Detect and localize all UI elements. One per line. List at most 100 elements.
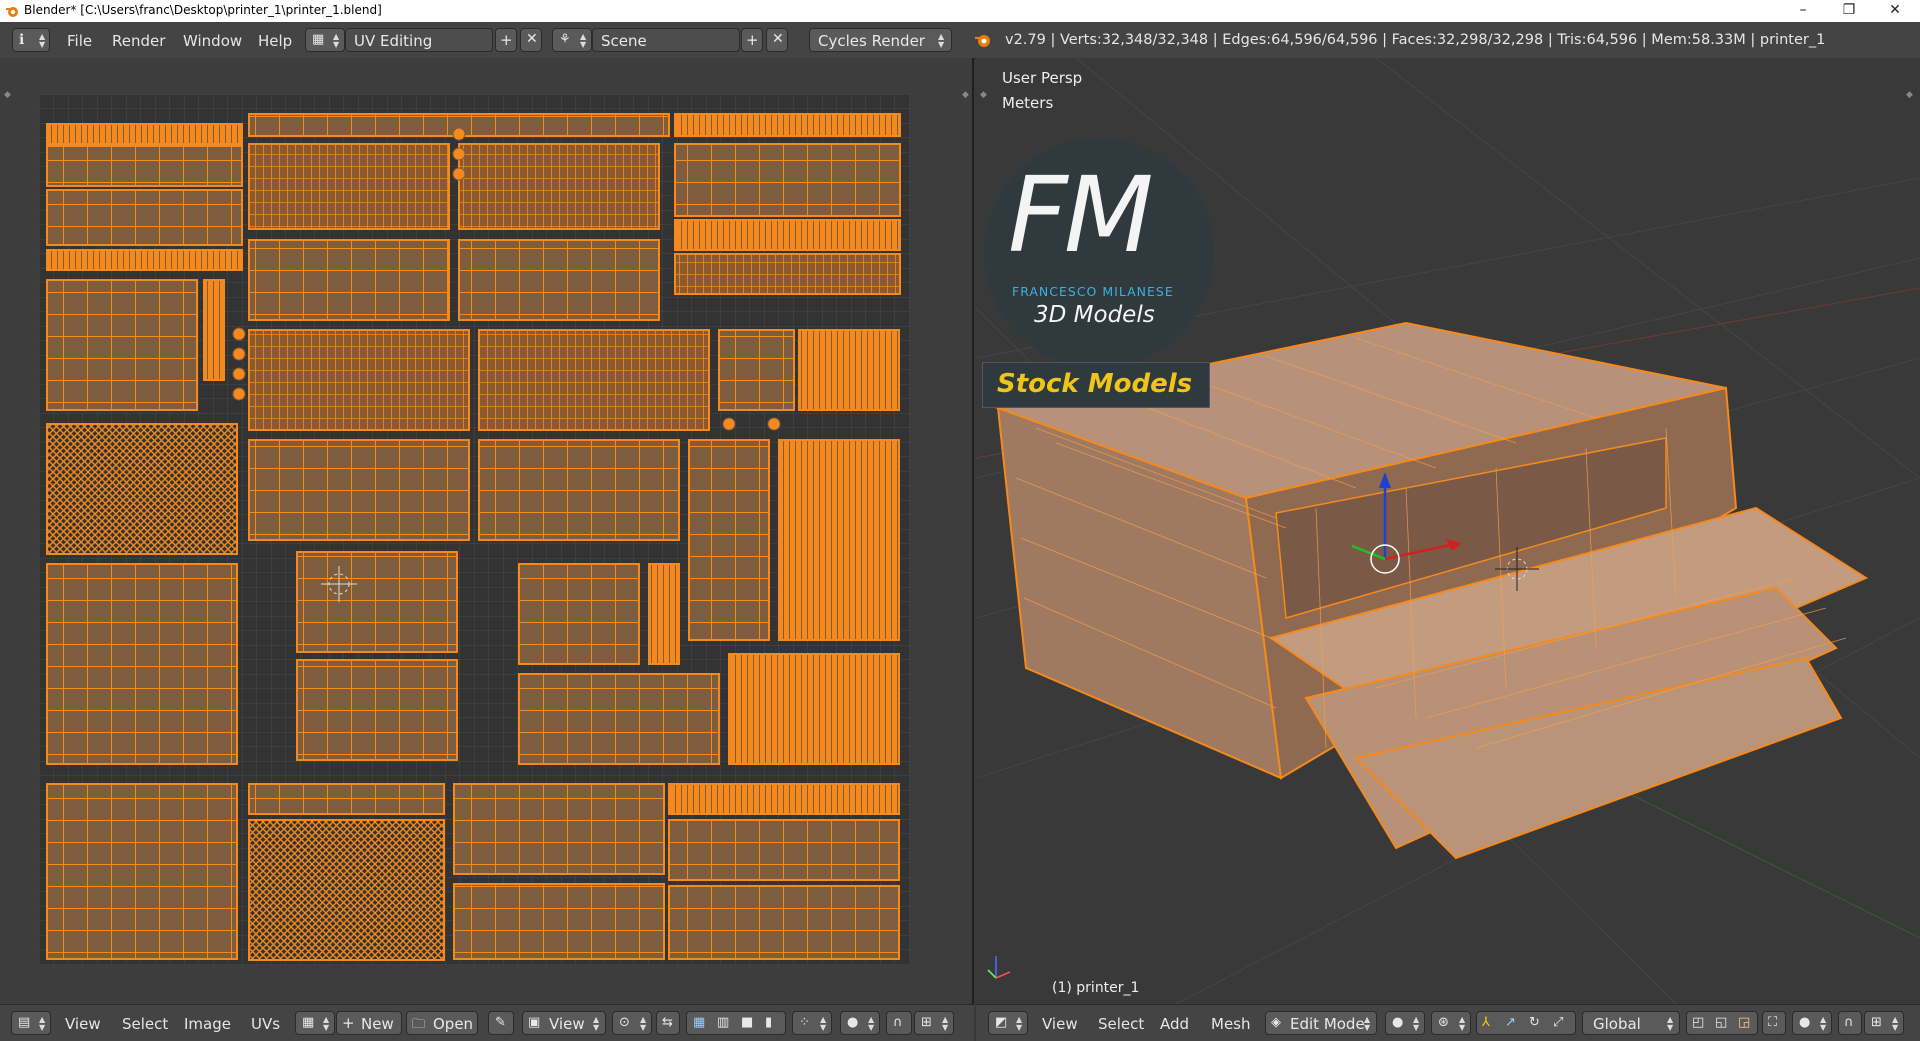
uv-island bbox=[232, 367, 246, 381]
menu-window[interactable]: Window bbox=[183, 32, 242, 50]
delete-scene-button[interactable]: ✕ bbox=[766, 28, 788, 52]
snap-toggle[interactable]: ∩ bbox=[886, 1011, 912, 1035]
menu-render[interactable]: Render bbox=[112, 32, 165, 50]
uv-island bbox=[46, 279, 198, 411]
screen-layout-selector[interactable]: ▦ ▲ ▼ bbox=[305, 28, 345, 52]
pin-image-button[interactable]: ✎ bbox=[488, 1011, 514, 1035]
dropdown-arrows-icon: ▲ ▼ bbox=[942, 1015, 949, 1032]
area-split-corner-icon[interactable]: ◆ bbox=[4, 90, 14, 100]
menu-help[interactable]: Help bbox=[258, 32, 292, 50]
edit-mode-icon: ◈ bbox=[1271, 1015, 1281, 1030]
editor-type-menu[interactable]: ▤ ▲ ▼ bbox=[11, 1011, 51, 1035]
uv-island bbox=[232, 327, 246, 341]
uv-menu-select[interactable]: Select bbox=[122, 1015, 168, 1033]
close-icon: ✕ bbox=[526, 31, 538, 47]
rotate-manipulator-icon[interactable]: ↻ bbox=[1529, 1015, 1540, 1030]
selection-mode-buttons[interactable]: ▦ ▥ ■ ▮ bbox=[686, 1011, 786, 1035]
view-mode-dropdown[interactable]: ▣ View ▲ ▼ bbox=[522, 1011, 606, 1035]
vertex-select-icon[interactable]: ◰ bbox=[1692, 1015, 1704, 1030]
snap-increment-icon: ⊞ bbox=[1871, 1015, 1882, 1030]
pivot-point-dropdown[interactable]: ⊛ ▲ ▼ bbox=[1431, 1011, 1471, 1035]
area-split-corner-icon[interactable]: ◆ bbox=[962, 90, 972, 100]
sticky-select-dropdown[interactable]: ⁘ ▲ ▼ bbox=[792, 1011, 832, 1035]
close-window-button[interactable]: ✕ bbox=[1872, 0, 1918, 22]
uv-editor-header: ▤ ▲ ▼ View Select Image UVs ▦ ▲ ▼ + New 🗀 … bbox=[0, 1004, 974, 1041]
pin-icon: ✎ bbox=[495, 1015, 506, 1030]
proportional-edit-dropdown[interactable]: ● ▲ ▼ bbox=[1792, 1011, 1832, 1035]
snap-element-dropdown[interactable]: ⊞ ▲ ▼ bbox=[1864, 1011, 1904, 1035]
scene-selector[interactable]: ⚘ ▲ ▼ bbox=[552, 28, 592, 52]
uv-menu-view[interactable]: View bbox=[65, 1015, 101, 1033]
mesh-select-mode-buttons[interactable]: ◰ ◱ ◲ bbox=[1686, 1011, 1758, 1035]
image-browse-button[interactable]: ▦ ▲ ▼ bbox=[295, 1011, 335, 1035]
editor-type-menu[interactable]: ◩ ▲ ▼ bbox=[988, 1011, 1028, 1035]
restore-button[interactable]: ❐ bbox=[1826, 0, 1872, 22]
uv-island bbox=[296, 659, 458, 761]
uv-island bbox=[778, 439, 900, 641]
minimize-button[interactable]: – bbox=[1780, 0, 1826, 22]
vp-menu-select[interactable]: Select bbox=[1098, 1015, 1144, 1033]
shading-dropdown[interactable]: ● ▲ ▼ bbox=[1385, 1011, 1425, 1035]
dropdown-arrows-icon: ▲ ▼ bbox=[1413, 1015, 1420, 1032]
vp-menu-add[interactable]: Add bbox=[1160, 1015, 1189, 1033]
uv-island bbox=[648, 563, 680, 665]
manipulator-toggle-icon[interactable]: ⅄ bbox=[1482, 1015, 1490, 1030]
uv-island bbox=[453, 883, 665, 960]
vertex-select-icon[interactable]: ▦ bbox=[693, 1015, 705, 1030]
uv-island bbox=[248, 239, 450, 321]
screen-layout-name[interactable]: UV Editing bbox=[345, 28, 493, 52]
uv-island bbox=[458, 239, 660, 321]
transform-orientation-dropdown[interactable]: Global ▲ ▼ bbox=[1582, 1011, 1680, 1035]
delete-layout-button[interactable]: ✕ bbox=[520, 28, 542, 52]
dropdown-arrows-icon: ▲ ▼ bbox=[333, 32, 340, 49]
edge-select-icon[interactable]: ▥ bbox=[717, 1015, 729, 1030]
uv-layout-canvas[interactable] bbox=[39, 94, 910, 965]
uv-island bbox=[46, 563, 238, 765]
snap-increment-icon: ⊞ bbox=[921, 1015, 932, 1030]
snap-element-dropdown[interactable]: ⊞ ▲ ▼ bbox=[914, 1011, 954, 1035]
sync-selection-button[interactable]: ⇆ bbox=[656, 1011, 680, 1035]
3d-viewport[interactable]: ◆ ◆ User Persp Meters (1) printer_1 FM F… bbox=[976, 58, 1920, 1004]
stock-models-banner: Stock Models bbox=[982, 362, 1210, 408]
uv-island bbox=[248, 439, 470, 541]
uv-menu-image[interactable]: Image bbox=[184, 1015, 231, 1033]
uv-island bbox=[722, 417, 736, 431]
vp-menu-view[interactable]: View bbox=[1042, 1015, 1078, 1033]
edge-select-icon[interactable]: ◱ bbox=[1715, 1015, 1727, 1030]
dropdown-arrows-icon: ▲ ▼ bbox=[323, 1015, 330, 1032]
face-select-icon[interactable]: ■ bbox=[741, 1015, 753, 1030]
uv-menu-uvs[interactable]: UVs bbox=[251, 1015, 280, 1033]
solid-shading-icon: ● bbox=[1392, 1015, 1404, 1030]
vp-menu-mesh[interactable]: Mesh bbox=[1211, 1015, 1251, 1033]
scale-manipulator-icon[interactable]: ⤢ bbox=[1553, 1015, 1563, 1030]
add-scene-button[interactable]: + bbox=[741, 28, 763, 52]
menu-file[interactable]: File bbox=[67, 32, 92, 50]
uv-island bbox=[46, 249, 243, 271]
snap-toggle[interactable]: ∩ bbox=[1838, 1011, 1862, 1035]
plus-icon: + bbox=[500, 31, 513, 49]
scene-name[interactable]: Scene bbox=[592, 28, 740, 52]
uv-island bbox=[232, 347, 246, 361]
island-select-icon[interactable]: ▮ bbox=[765, 1015, 772, 1030]
dropdown-arrows-icon: ▲ ▼ bbox=[1667, 1015, 1674, 1032]
uv-island bbox=[46, 783, 238, 960]
manipulator-buttons[interactable]: ⅄ ↗ ↻ ⤢ bbox=[1476, 1011, 1576, 1035]
face-select-icon[interactable]: ◲ bbox=[1738, 1015, 1750, 1030]
new-image-button[interactable]: + New bbox=[336, 1011, 402, 1035]
editor-type-menu[interactable]: ℹ ▲ ▼ bbox=[12, 28, 50, 52]
render-engine-dropdown[interactable]: Cycles Render ▲ ▼ bbox=[809, 28, 952, 52]
window-titlebar: Blender* [C:\Users\franc\Desktop\printer… bbox=[0, 0, 1920, 22]
occlude-geometry-toggle[interactable]: ⛶ bbox=[1762, 1011, 1786, 1035]
dropdown-arrows-icon: ▲ ▼ bbox=[580, 32, 587, 49]
scene-statistics: v2.79 | Verts:32,348/32,348 | Edges:64,5… bbox=[1005, 32, 1826, 48]
uv-island bbox=[452, 167, 466, 181]
dropdown-arrows-icon: ▲ ▼ bbox=[868, 1015, 875, 1032]
add-layout-button[interactable]: + bbox=[495, 28, 517, 52]
proportional-edit-dropdown[interactable]: ● ▲ ▼ bbox=[840, 1011, 880, 1035]
translate-manipulator-icon[interactable]: ↗ bbox=[1505, 1015, 1516, 1030]
uv-image-editor[interactable]: ◆ ◆ bbox=[0, 58, 974, 1004]
pivot-dropdown[interactable]: ⊙ ▲ ▼ bbox=[612, 1011, 652, 1035]
mode-dropdown[interactable]: ◈ Edit Mode ▲ ▼ bbox=[1265, 1011, 1377, 1035]
open-image-button[interactable]: 🗀 Open bbox=[406, 1011, 478, 1035]
dropdown-arrows-icon: ▲ ▼ bbox=[1459, 1015, 1466, 1032]
